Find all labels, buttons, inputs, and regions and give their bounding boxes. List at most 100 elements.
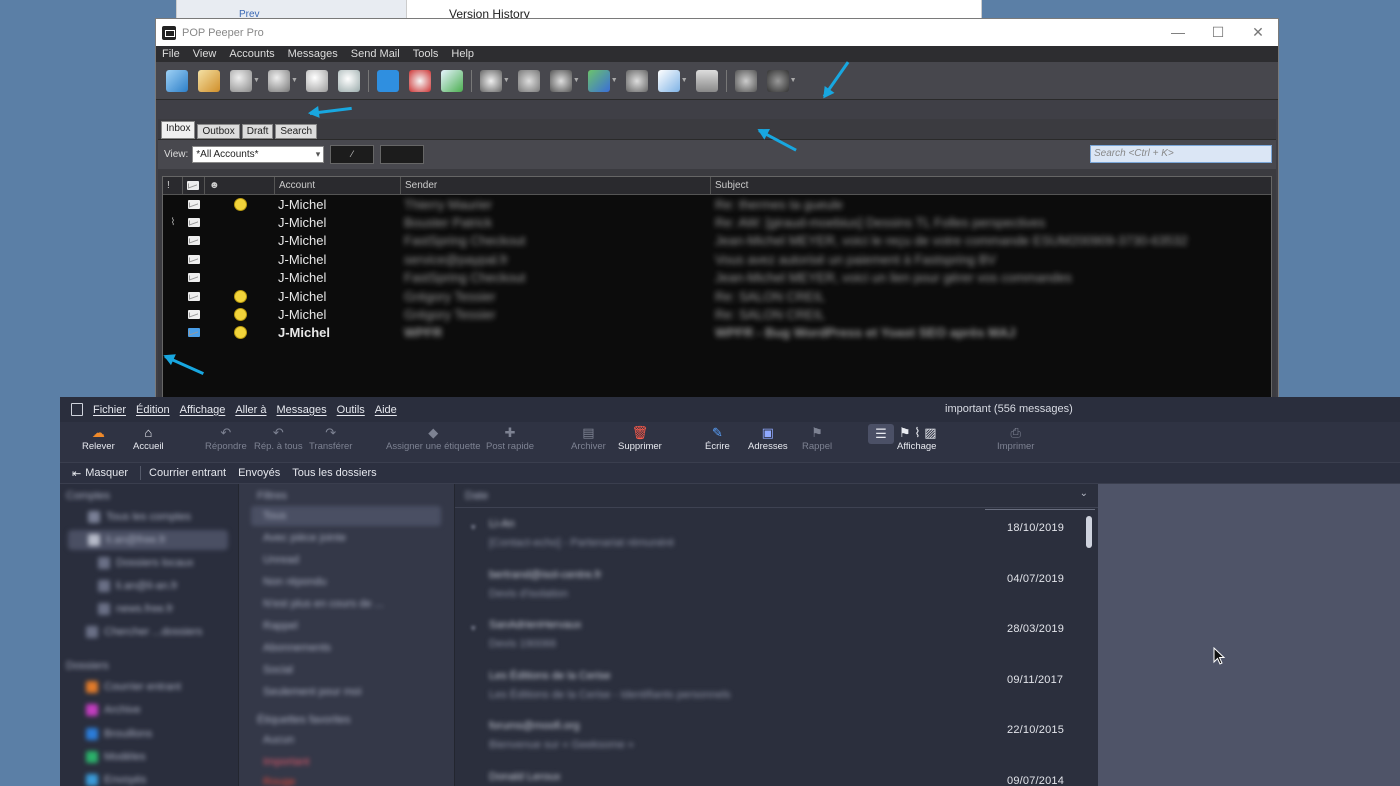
message-row[interactable]: J-Michel WPFR WPFR - Bug WordPress et Yoas… [163,324,1271,342]
col-account[interactable]: Account [275,177,401,195]
tab-draft[interactable]: Draft [241,124,274,139]
thread-toggle-icon[interactable]: ▾ [471,623,476,634]
quick-filter-button[interactable] [380,145,425,164]
folder-account-free[interactable]: li.an@free.fr [68,530,228,550]
message-row[interactable]: J-Michel Thierry Maurier Re: thermes ta gu… [163,195,1271,213]
message-row[interactable]: J-Michel service@paypal.fr Vous avez autor… [163,250,1271,268]
contacts-icon[interactable] [267,69,290,92]
filter-reminder[interactable]: Rappel [263,616,298,636]
tab-outbox[interactable]: Outbox [197,124,240,139]
filter-no-longer-in-progress[interactable]: N'est plus en cours de ... [263,594,384,614]
account-filter-select[interactable]: *All Accounts* ▾ [192,146,325,163]
adresses-button[interactable]: ▣ Adresses [748,426,788,453]
label-none[interactable]: Aucun [263,730,294,750]
tab-inbox[interactable]: Inbox [161,121,196,139]
menu-view[interactable]: View [193,48,217,60]
reply-icon[interactable] [305,69,328,92]
message-row[interactable]: J-Michel Grégory Tessier Re: SALON CREIL [163,305,1271,323]
menu-help[interactable]: Help [451,48,474,60]
quick-link-all-folders[interactable]: Tous les dossiers [292,467,376,479]
folder-search[interactable]: Chercher ...dossiers [86,622,202,642]
tab-search[interactable]: Search [275,124,318,139]
chevron-down-icon[interactable]: ⌄ [1080,488,1088,499]
message-row[interactable]: J-Michel Grégory Tessier Re: SALON CREIL [163,287,1271,305]
accueil-button[interactable]: ⌂ Accueil [133,426,164,453]
folder-drafts[interactable]: Brouillons [86,724,152,744]
message-row[interactable]: J-Michel FastSpring Checkout Jean-Michel M… [163,269,1271,287]
mark-read-icon[interactable] [440,69,463,92]
message-row[interactable]: J-Michel FastSpring Checkout Jean-Michel M… [163,232,1271,250]
affichage-button[interactable]: ⚑ ⌇ ▨ Affichage [897,426,936,453]
labels-heading[interactable]: Étiquettes favorites [257,710,351,730]
account-icon[interactable] [230,69,252,92]
forward-icon[interactable] [337,69,360,92]
menu-messages[interactable]: Messages [277,404,327,416]
menu-affichage[interactable]: Affichage [180,404,226,416]
message-list-item[interactable]: ▾ Li-An [Contact-echo] - Partenariat rémun… [455,510,1095,560]
assigner-etiquette-button[interactable]: ◆ Assigner une étiquette [386,426,481,453]
relever-button[interactable]: ☁ Relever [82,426,115,453]
menu-outils[interactable]: Outils [337,404,365,416]
imprimer-button[interactable]: ⎙ Imprimer [997,426,1034,453]
menu-edition[interactable]: Édition [136,404,170,416]
tools-icon[interactable] [587,69,610,92]
maximize-button[interactable]: ☐ [1198,19,1238,46]
folder-news[interactable]: news.free.fr [98,599,173,619]
label-important[interactable]: Important [263,752,309,772]
thread-toggle-icon[interactable]: ▾ [471,522,476,533]
view-icon[interactable] [376,69,399,92]
calendar-icon[interactable] [657,69,680,92]
chevron-down-icon[interactable]: ▼ [253,77,260,84]
compose-icon[interactable] [198,69,220,92]
menu-tools[interactable]: Tools [413,48,439,60]
chevron-down-icon[interactable]: ▼ [573,77,580,84]
ecrire-button[interactable]: ✎ Écrire [705,426,730,453]
chevron-down-icon[interactable]: ▼ [291,77,298,84]
menu-send-mail[interactable]: Send Mail [351,48,400,60]
scrollbar-thumb[interactable] [1086,516,1092,548]
sort-column-date[interactable]: Date [465,490,488,502]
message-list-item[interactable]: ▾ SanAdrienHervaux Devis 190066 28/03/2019 [455,611,1095,661]
menu-accounts[interactable]: Accounts [229,48,274,60]
folder-archive[interactable]: Archive [86,700,141,720]
flag-icon[interactable] [766,69,789,92]
col-status[interactable] [183,177,205,195]
post-rapide-button[interactable]: ✚ Post rapide [486,426,534,453]
quick-link-inbox[interactable]: Courrier entrant [149,467,226,479]
menu-fichier[interactable]: Fichier [93,404,126,416]
menu-aide[interactable]: Aide [375,404,397,416]
col-contact[interactable]: ☻ [205,177,275,195]
binoculars-icon[interactable] [625,69,648,92]
menu-aller-a[interactable]: Aller à [235,404,266,416]
folder-all-accounts[interactable]: Tous les comptes [88,507,191,527]
transferer-button[interactable]: ↷ Transférer [309,426,352,453]
filter-social[interactable]: Social [263,660,293,680]
message-list-item[interactable]: Donald Leroux 09/07/2014 [455,763,1095,786]
delete-icon[interactable] [408,69,431,92]
check-mail-icon[interactable] [166,69,188,92]
masquer-button[interactable]: Masquer [85,467,128,479]
repondre-button[interactable]: ↶ Répondre [205,426,247,453]
message-list-item[interactable]: forums@moofi.org Bienvenue sur « Geeksome… [455,712,1095,762]
magic-wand-icon[interactable] [517,69,540,92]
folder-sent[interactable]: Envoyés [86,770,146,786]
col-sender[interactable]: Sender [401,177,711,195]
pin-icon[interactable] [549,69,572,92]
filter-unread[interactable]: Unread [263,550,299,570]
folder-templates[interactable]: Modèles [86,747,146,767]
filters-heading[interactable]: Filtres [257,486,287,506]
close-button[interactable]: ✕ [1238,19,1278,46]
folder-inbox[interactable]: Courrier entrant [86,677,181,697]
supprimer-button[interactable]: 🗑 Supprimer [618,426,662,453]
label-red[interactable]: Rouge [263,772,295,786]
chevron-down-icon[interactable]: ▼ [503,77,510,84]
menu-messages[interactable]: Messages [288,48,338,60]
rappel-button[interactable]: ⚑ Rappel [802,426,832,453]
folder-account-lian[interactable]: li.an@li-an.fr [98,576,178,596]
filter-attachment[interactable]: Avec pièce jointe [263,528,346,548]
folders-heading[interactable]: Dossiers [66,656,109,676]
message-row[interactable]: ⌇ J-Michel Bouster Patrick Re: AW: [giraud-… [163,213,1271,231]
chevron-down-icon[interactable]: ▼ [611,77,618,84]
menu-file[interactable]: File [162,48,180,60]
settings-icon[interactable] [734,69,757,92]
